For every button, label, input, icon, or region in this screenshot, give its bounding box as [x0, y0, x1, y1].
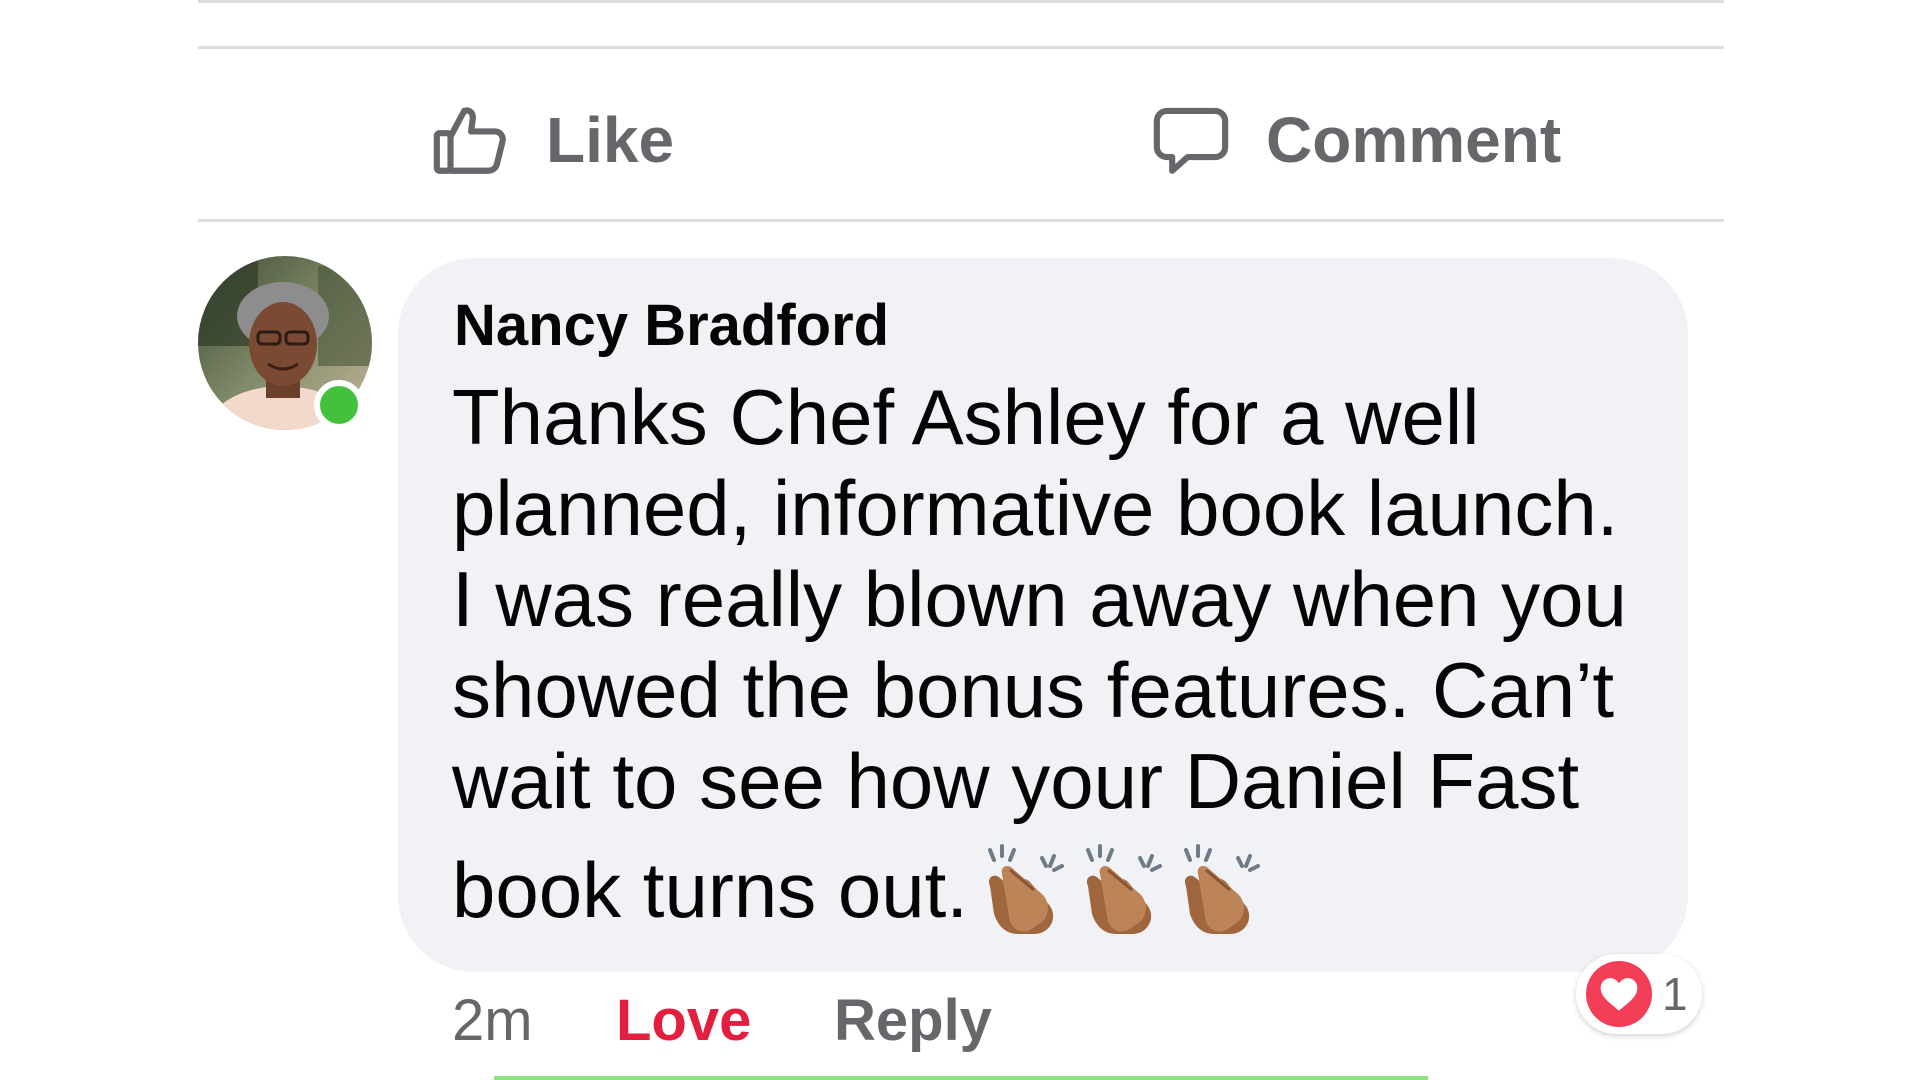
emoji-group [974, 842, 1268, 938]
next-element-edge [494, 1076, 1428, 1080]
reply-button[interactable]: Reply [834, 987, 992, 1054]
comment-timestamp[interactable]: 2m [452, 987, 533, 1054]
thumbs-up-icon [430, 99, 512, 181]
comment-last-line: book turns out. [452, 835, 1652, 945]
comment-text-line: Thanks Chef Ashley for a well [452, 373, 1480, 461]
comment-text-line: wait to see how your Daniel Fast [452, 737, 1580, 825]
clapping-hands-icon [974, 842, 1070, 938]
comment-meta: 2m [452, 985, 533, 1055]
reaction-count: 1 [1662, 968, 1688, 1020]
online-status-indicator [314, 380, 364, 430]
comment-author-name[interactable]: Nancy Bradford [454, 292, 889, 359]
reply-action[interactable]: Reply [834, 985, 992, 1055]
comment-text-line: planned, informative book launch. [452, 464, 1619, 552]
comment-label: Comment [1266, 104, 1562, 176]
love-button[interactable]: Love [616, 987, 751, 1054]
speech-bubble-icon [1150, 99, 1232, 181]
comment-text-line: book turns out. [452, 846, 968, 934]
clapping-hands-icon [1170, 842, 1266, 938]
like-button[interactable]: Like [430, 90, 674, 190]
clapping-hands-icon [1072, 842, 1168, 938]
comment-body: Thanks Chef Ashley for a well planned, i… [452, 372, 1652, 945]
like-label: Like [546, 104, 675, 176]
comment-button[interactable]: Comment [1150, 90, 1561, 190]
heart-icon [1586, 961, 1652, 1027]
love-action[interactable]: Love [616, 985, 751, 1055]
comment-text-line: I was really blown away when you [452, 555, 1627, 643]
actions-top-divider [198, 46, 1724, 49]
comment-section: Like Comment Nancy Bradford Thanks Chef … [0, 0, 1920, 1080]
actions-bottom-divider [198, 219, 1724, 222]
reaction-summary[interactable]: 1 [1576, 954, 1702, 1034]
top-edge-divider [198, 0, 1724, 3]
comment-text-line: showed the bonus features. Can’t [452, 646, 1615, 734]
